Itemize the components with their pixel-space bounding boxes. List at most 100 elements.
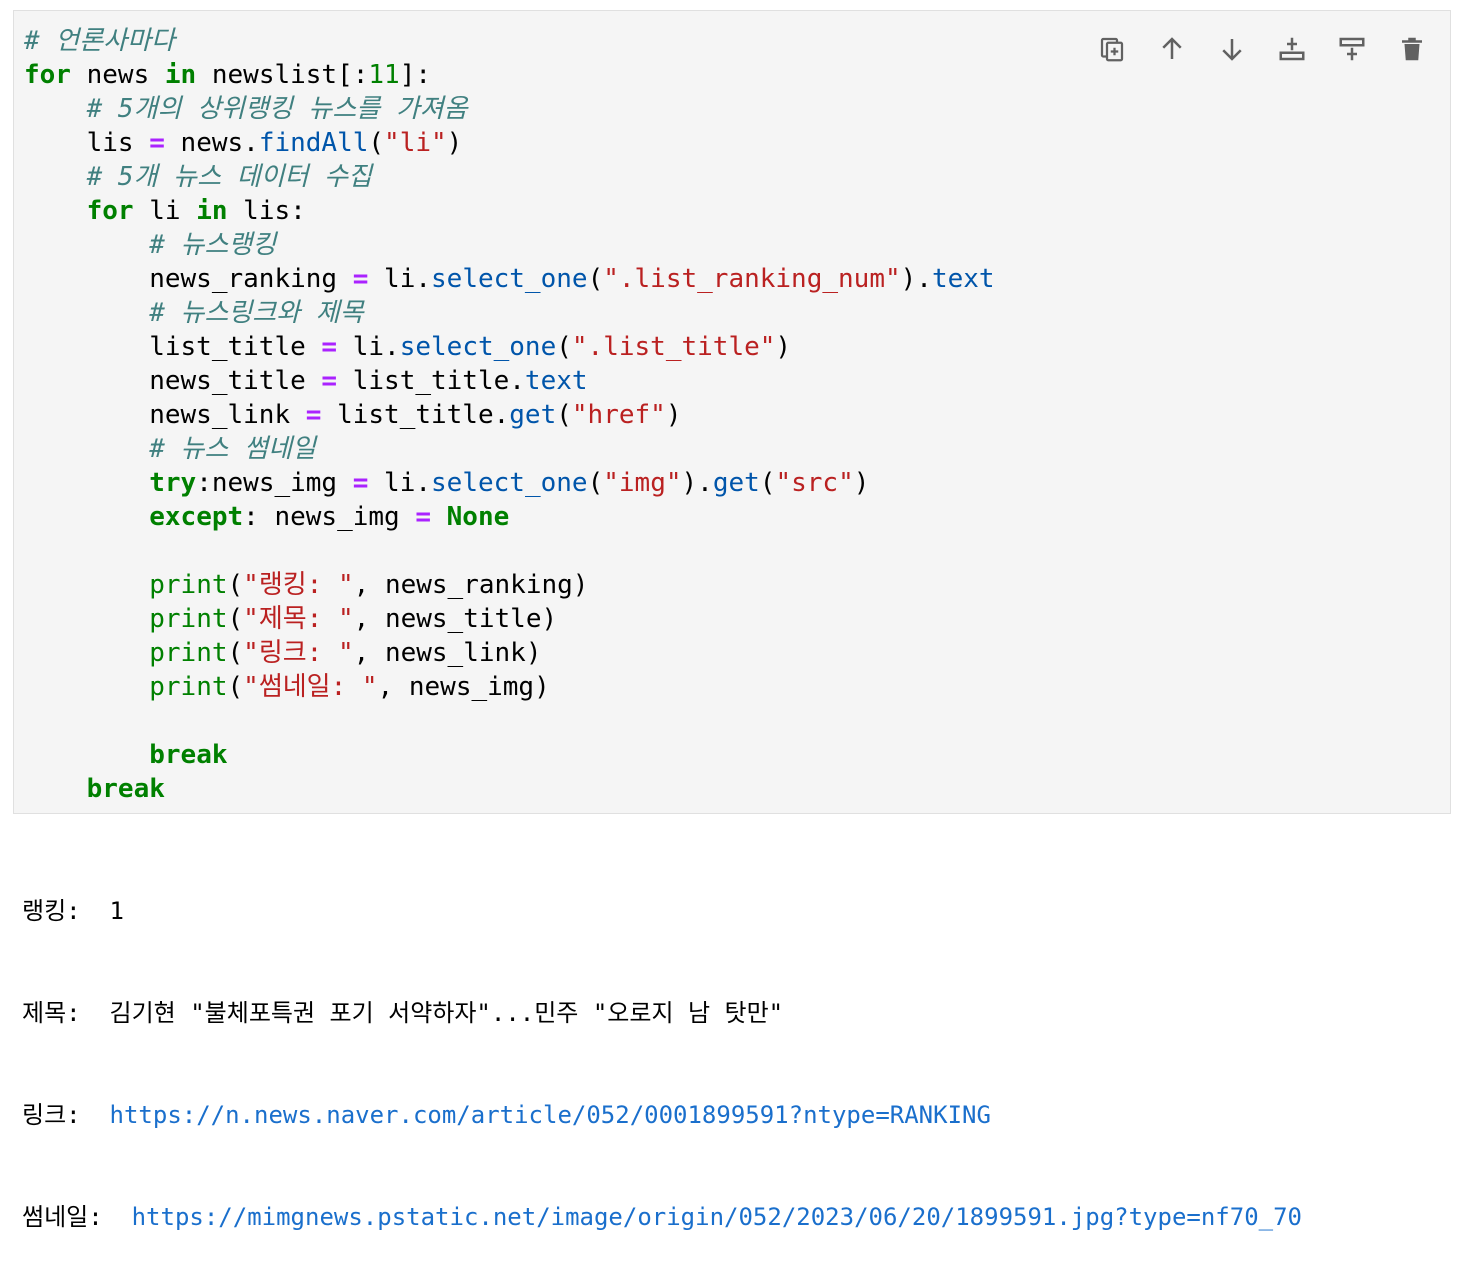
code-cell[interactable]: # 언론사마다 for news in newslist[:11]: # 5개의 … — [13, 10, 1451, 814]
code-token: , news_link) — [353, 638, 542, 668]
move-down-button[interactable] — [1212, 29, 1252, 69]
insert-above-button[interactable] — [1272, 29, 1312, 69]
code-token: print — [149, 604, 228, 634]
output-ranking-row: 랭킹: 1 — [22, 894, 1302, 928]
insert-below-button[interactable] — [1332, 29, 1372, 69]
code-token: break — [149, 740, 228, 770]
code-token: select_one — [431, 468, 588, 498]
code-token: li. — [368, 264, 432, 294]
code-token: news_ranking — [24, 264, 353, 294]
code-token: ). — [681, 468, 713, 498]
ranking-label: 랭킹: — [22, 897, 81, 925]
code-token: , news_ranking) — [353, 570, 589, 600]
code-line: for li in lis: — [24, 194, 995, 228]
code-token: : news_img — [243, 502, 416, 532]
code-token: ( — [227, 570, 244, 600]
cell-toolbar — [1092, 29, 1432, 69]
code-token: text — [931, 264, 995, 294]
insert-above-icon — [1279, 37, 1305, 61]
news-link[interactable]: https://n.news.naver.com/article/052/000… — [110, 1101, 991, 1129]
code-token: ( — [227, 672, 244, 702]
code-line: break — [24, 772, 995, 806]
code-token: news — [70, 60, 165, 90]
move-up-button[interactable] — [1152, 29, 1192, 69]
code-token: = — [321, 366, 338, 396]
code-token: list_title. — [321, 400, 510, 430]
code-token: "제목: " — [243, 604, 354, 634]
code-line: print("랭킹: ", news_ranking) — [24, 568, 995, 602]
code-token: get — [712, 468, 760, 498]
code-token: li. — [368, 468, 432, 498]
code-token: news_title — [24, 366, 322, 396]
code-token: try — [149, 468, 197, 498]
title-value: 김기현 "불체포특권 포기 서약하자"...민주 "오로지 남 탓만" — [109, 999, 784, 1027]
move-down-icon — [1222, 39, 1242, 61]
code-token: ). — [900, 264, 932, 294]
code-token: break — [86, 774, 165, 804]
code-token: ( — [587, 264, 604, 294]
code-token: "li" — [384, 128, 447, 158]
code-token: ".list_title" — [571, 332, 776, 362]
code-token: = — [352, 264, 369, 294]
code-token: ".list_ranking_num" — [603, 264, 901, 294]
code-token: # 언론사마다 — [24, 26, 175, 56]
code-token: # 뉴스랭킹 — [149, 230, 277, 260]
code-token: list_title. — [337, 366, 525, 396]
code-editor[interactable]: # 언론사마다 for news in newslist[:11]: # 5개의 … — [24, 24, 995, 806]
code-token: # 뉴스링크와 제목 — [149, 298, 364, 328]
code-token: print — [149, 570, 228, 600]
code-token: list_title — [24, 332, 322, 362]
code-line: lis = news.findAll("li") — [24, 126, 995, 160]
code-token: findAll — [258, 128, 369, 158]
code-token: ( — [556, 400, 572, 430]
code-token: for — [86, 196, 134, 226]
output-title-row: 제목: 김기현 "불체포특권 포기 서약하자"...민주 "오로지 남 탓만" — [22, 996, 1302, 1030]
code-token: ) — [853, 468, 870, 498]
code-token: print — [149, 638, 228, 668]
code-token: "랭킹: " — [243, 570, 354, 600]
code-token: select_one — [399, 332, 557, 362]
code-line: list_title = li.select_one(".list_title"… — [24, 330, 995, 364]
code-token: ( — [587, 468, 604, 498]
code-token: get — [509, 400, 557, 430]
code-line: # 5개의 상위랭킹 뉴스를 가져옴 — [24, 92, 995, 126]
code-line: news_link = list_title.get("href") — [24, 398, 995, 432]
thumbnail-link[interactable]: https://mimgnews.pstatic.net/image/origi… — [132, 1203, 1302, 1231]
code-line: # 뉴스랭킹 — [24, 228, 995, 262]
code-token: ) — [665, 400, 682, 430]
duplicate-cell-icon — [1100, 37, 1124, 62]
code-token: # 5개 뉴스 데이터 수집 — [86, 162, 372, 192]
code-token: in — [196, 196, 228, 226]
insert-below-icon — [1339, 37, 1365, 61]
thumbnail-label: 썸네일: — [22, 1203, 103, 1231]
code-line: # 5개 뉴스 데이터 수집 — [24, 160, 995, 194]
code-token: = — [305, 400, 322, 430]
delete-cell-button[interactable] — [1392, 29, 1432, 69]
move-up-icon — [1162, 37, 1182, 59]
code-token: "썸네일: " — [243, 672, 378, 702]
code-token: = — [149, 128, 165, 158]
code-token: ]: — [399, 60, 432, 90]
code-token: ( — [556, 332, 572, 362]
code-token: "href" — [571, 400, 666, 430]
code-token: "링크: " — [243, 638, 354, 668]
title-label: 제목: — [22, 999, 81, 1027]
code-token: , news_title) — [353, 604, 558, 634]
duplicate-cell-button[interactable] — [1092, 29, 1132, 69]
code-token: ) — [446, 128, 463, 158]
code-token: news_link — [24, 400, 306, 430]
code-line: # 뉴스 썸네일 — [24, 432, 995, 466]
code-line: print("썸네일: ", news_img) — [24, 670, 995, 704]
code-token: for — [24, 60, 71, 90]
code-line: print("제목: ", news_title) — [24, 602, 995, 636]
code-token: ( — [227, 604, 244, 634]
